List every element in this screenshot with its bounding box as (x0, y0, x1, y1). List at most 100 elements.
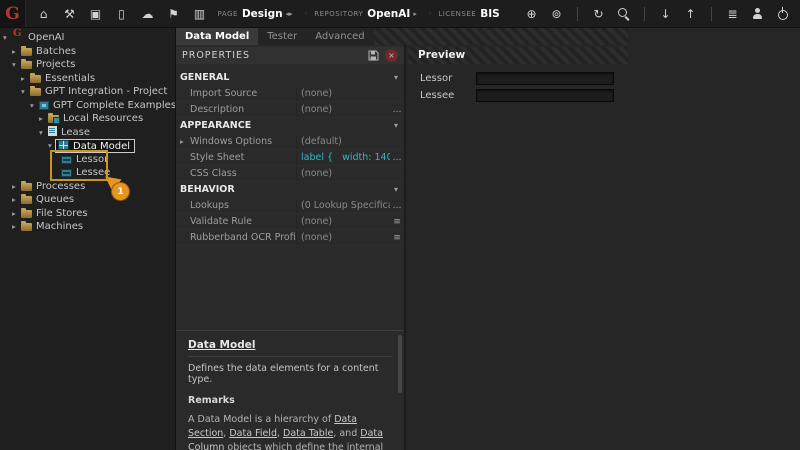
go-icon[interactable]: ⊚ (549, 6, 564, 21)
publish-icon[interactable]: ☁ (140, 6, 155, 21)
tree-item-gpt-complete-examples-1[interactable]: ▾ GPT Complete Examples (1) (0, 99, 175, 113)
tree-expander-icon[interactable]: ▸ (12, 180, 21, 194)
property-value[interactable]: (none) (296, 214, 390, 229)
property-button (390, 134, 404, 149)
tree-item-lessee[interactable]: Lessee (0, 166, 175, 180)
section-header-appearance[interactable]: APPEARANCE▾ (176, 118, 404, 134)
app-logo[interactable]: G (0, 0, 26, 27)
property-row-validate-rule[interactable]: Validate Rule(none)≡ (176, 214, 404, 230)
tree-item-lease[interactable]: ▾Lease (0, 126, 175, 140)
breadcrumb-value-bis[interactable]: BIS (480, 8, 499, 20)
help-title[interactable]: Data Model (188, 339, 392, 351)
tree-expander-icon[interactable]: ▾ (12, 58, 21, 72)
tab-tester[interactable]: Tester (258, 28, 306, 45)
preview-field-row-lessee: Lessee (408, 87, 628, 104)
property-button[interactable]: … (390, 198, 404, 213)
property-value[interactable]: label { width: 140px;} (296, 150, 390, 165)
tree-item-openai[interactable]: ▾OpenAI (0, 31, 175, 45)
tree-item-queues[interactable]: ▸Queues (0, 193, 175, 207)
tree-expander-icon[interactable]: ▾ (3, 31, 12, 45)
tree-expander-icon[interactable]: ▸ (12, 220, 21, 234)
save-icon[interactable] (368, 50, 379, 61)
preview-input-lessor[interactable] (476, 72, 614, 85)
batches-icon[interactable]: ▣ (88, 6, 103, 21)
tree-item-projects[interactable]: ▾Projects (0, 58, 175, 72)
tree-expander-icon[interactable]: ▾ (30, 99, 39, 113)
property-button[interactable]: … (390, 150, 404, 165)
property-value[interactable]: (none) (296, 166, 390, 181)
tree-expander-icon[interactable]: ▸ (12, 207, 21, 221)
tree-item-gpt-integration-project[interactable]: ▾GPT Integration - Project (0, 85, 175, 99)
help-scrollbar[interactable] (398, 335, 402, 393)
breadcrumb-nav-icon[interactable]: ◂▸ (286, 10, 293, 18)
tab-advanced[interactable]: Advanced (306, 28, 373, 45)
property-row-description[interactable]: Description(none)… (176, 102, 404, 118)
collapse-icon[interactable]: ▾ (394, 70, 398, 86)
tree-item-lessor[interactable]: Lessor (0, 153, 175, 167)
breadcrumb-value-openai[interactable]: OpenAI (367, 8, 410, 20)
download-icon[interactable]: ↓ (658, 6, 673, 21)
section-header-behavior[interactable]: BEHAVIOR▾ (176, 182, 404, 198)
tree-item-file-stores[interactable]: ▸File Stores (0, 207, 175, 221)
trash-icon[interactable]: ▯ (114, 6, 129, 21)
add-icon[interactable]: ⊕ (524, 6, 539, 21)
property-value[interactable]: (default) (296, 134, 390, 149)
section-header-general[interactable]: GENERAL▾ (176, 70, 404, 86)
tree-expander-icon[interactable]: ▸ (12, 193, 21, 207)
property-button[interactable]: … (390, 102, 404, 117)
tree-expander-icon[interactable]: ▸ (12, 45, 21, 59)
help-link-data-table[interactable]: Data Table (283, 428, 333, 439)
tree-item-local-resources[interactable]: ▸Local Resources (0, 112, 175, 126)
folder-icon (21, 61, 32, 69)
tree-expander-icon[interactable]: ▸ (39, 112, 48, 126)
user-icon[interactable] (750, 6, 765, 21)
property-row-rubberband-ocr-profile[interactable]: Rubberband OCR Profile(none)≡ (176, 230, 404, 246)
property-value[interactable]: (none) (296, 102, 390, 117)
tree-expander-icon[interactable]: ▾ (39, 126, 48, 140)
flag-icon[interactable]: ⚑ (166, 6, 181, 21)
search-icon[interactable] (616, 6, 631, 21)
preview-input-lessee[interactable] (476, 89, 614, 102)
property-value[interactable]: (0 Lookup Specifications) (296, 198, 390, 213)
tree-item-machines[interactable]: ▸Machines (0, 220, 175, 234)
preview-fields: LessorLessee (408, 70, 800, 104)
collapse-icon[interactable]: ▾ (394, 118, 398, 134)
collapse-icon[interactable]: ▾ (394, 182, 398, 198)
property-value[interactable]: (none) (296, 230, 390, 245)
tree-expander-icon[interactable]: ▾ (21, 85, 30, 99)
property-button[interactable]: ≡ (390, 214, 404, 229)
breadcrumb-value-design[interactable]: Design (242, 8, 283, 20)
expand-icon[interactable]: ▸ (180, 134, 184, 149)
tab-data-model[interactable]: Data Model (176, 28, 258, 45)
breadcrumb-nav-icon[interactable]: ▸ (413, 10, 417, 18)
property-row-style-sheet[interactable]: Style Sheetlabel { width: 140px;}… (176, 150, 404, 166)
property-row-css-class[interactable]: CSS Class(none) (176, 166, 404, 182)
tools-icon[interactable]: ⚒ (62, 6, 77, 21)
help-link-data-field[interactable]: Data Field (229, 428, 277, 439)
grooper-icon (12, 31, 24, 41)
tree-expander-icon[interactable]: ▸ (21, 72, 30, 86)
database-icon[interactable]: ≣ (725, 6, 740, 21)
stats-icon[interactable]: ▥ (192, 6, 207, 21)
tree-item-processes[interactable]: ▸Processes (0, 180, 175, 194)
property-button[interactable]: ≡ (390, 230, 404, 245)
help-pane: Data Model Defines the data elements for… (176, 330, 404, 450)
tree-item-batches[interactable]: ▸Batches (0, 45, 175, 59)
navigation-tree-panel: ▾OpenAI▸Batches▾Projects▸Essentials▾GPT … (0, 28, 176, 450)
tree-item-essentials[interactable]: ▸Essentials (0, 72, 175, 86)
property-row-import-source[interactable]: Import Source(none) (176, 86, 404, 102)
upload-icon[interactable]: ↑ (683, 6, 698, 21)
tree-item-label: GPT Complete Examples (1) (53, 100, 176, 111)
tab-strip: Data ModelTesterAdvanced (176, 28, 374, 45)
tree-item-data-model[interactable]: ▾Data Model (0, 139, 175, 153)
tree-items: ▾OpenAI▸Batches▾Projects▸Essentials▾GPT … (0, 28, 175, 234)
topbar: G ⌂⚒▣▯☁⚑▥ PAGEDesign◂▸·REPOSITORYOpenAI▸… (0, 0, 800, 28)
property-row-lookups[interactable]: Lookups(0 Lookup Specifications)… (176, 198, 404, 214)
power-icon[interactable] (775, 6, 790, 21)
property-label: Style Sheet (176, 150, 296, 165)
refresh-icon[interactable]: ↻ (591, 6, 606, 21)
property-value[interactable]: (none) (296, 86, 390, 101)
close-icon[interactable]: × (385, 49, 398, 62)
property-row-windows-options[interactable]: ▸Windows Options(default) (176, 134, 404, 150)
home-icon[interactable]: ⌂ (36, 6, 51, 21)
